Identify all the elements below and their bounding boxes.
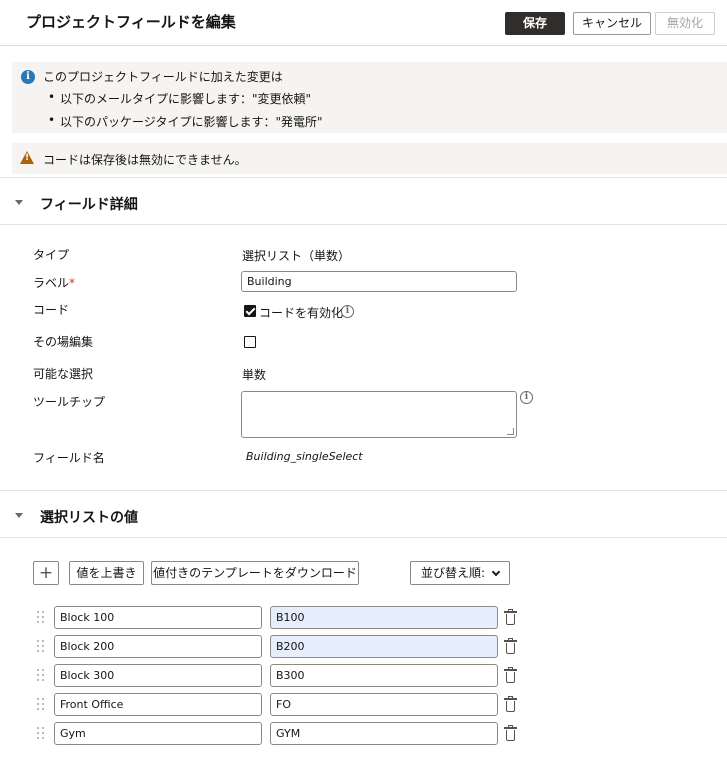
field-name-value: Building_singleSelect xyxy=(246,450,363,463)
tooltip-textarea[interactable] xyxy=(241,391,517,438)
save-button[interactable]: 保存 xyxy=(505,12,565,35)
value-name-input[interactable]: Gym xyxy=(54,722,262,745)
label-label: ラベル* xyxy=(33,276,76,290)
sort-order-dropdown[interactable]: 並び替え順: xyxy=(410,561,510,585)
possible-selection-value: 単数 xyxy=(242,368,267,382)
value-code-input[interactable]: B100 xyxy=(270,606,498,629)
page-title: プロジェクトフィールドを編集 xyxy=(26,13,236,31)
help-icon[interactable]: i xyxy=(341,305,354,318)
field-name-label: フィールド名 xyxy=(33,451,105,465)
code-label: コード xyxy=(33,303,70,317)
value-name-input[interactable]: Block 200 xyxy=(54,635,262,658)
caret-down-icon[interactable] xyxy=(15,513,23,518)
select-values-section-header[interactable]: 選択リストの値 xyxy=(0,490,727,538)
tooltip-help-icon[interactable]: i xyxy=(520,391,533,404)
list-item: Block 100 B100 xyxy=(0,606,727,630)
trash-icon[interactable] xyxy=(504,696,517,712)
info-icon: i xyxy=(21,70,35,84)
cancel-button[interactable]: キャンセル xyxy=(573,12,651,35)
value-name-input[interactable]: Front Office xyxy=(54,693,262,716)
drag-handle-icon[interactable] xyxy=(37,640,45,654)
value-name-input[interactable]: Block 300 xyxy=(54,664,262,687)
value-code-input[interactable]: B300 xyxy=(270,664,498,687)
value-code-input[interactable]: B200 xyxy=(270,635,498,658)
chevron-down-icon xyxy=(491,567,501,577)
list-item: Block 300 B300 xyxy=(0,664,727,688)
drag-handle-icon[interactable] xyxy=(37,698,45,712)
drag-handle-icon[interactable] xyxy=(37,727,45,741)
page-header: プロジェクトフィールドを編集 保存 キャンセル 無効化 xyxy=(0,0,727,46)
list-item: Front Office FO xyxy=(0,693,727,717)
value-name-input[interactable]: Block 100 xyxy=(54,606,262,629)
warning-icon: ! xyxy=(20,151,34,164)
list-item: Block 200 B200 xyxy=(0,635,727,659)
warning-text: コードは保存後は無効にできません。 xyxy=(43,153,247,167)
info-bullet-mail-type: 以下のメールタイプに影響します："変更依頼" xyxy=(48,90,311,107)
overwrite-values-button[interactable]: 値を上書き xyxy=(69,561,144,585)
trash-icon[interactable] xyxy=(504,725,517,741)
label-input[interactable]: Building xyxy=(241,271,517,292)
info-bullet-package-type: 以下のパッケージタイプに影響します："発電所" xyxy=(48,113,323,130)
download-template-button[interactable]: 値付きのテンプレートをダウンロード xyxy=(151,561,359,585)
trash-icon[interactable] xyxy=(504,609,517,625)
info-banner: i このプロジェクトフィールドに加えた変更は 以下のメールタイプに影響します："… xyxy=(12,62,727,133)
tooltip-label: ツールチップ xyxy=(33,395,106,409)
field-details-section-header[interactable]: フィールド詳細 xyxy=(0,177,727,225)
trash-icon[interactable] xyxy=(504,667,517,683)
code-enable-label[interactable]: コードを有効化 xyxy=(259,304,343,321)
type-value: 選択リスト（単数） xyxy=(242,249,351,263)
value-code-input[interactable]: FO xyxy=(270,693,498,716)
value-code-input[interactable]: GYM xyxy=(270,722,498,745)
select-values-title: 選択リストの値 xyxy=(40,510,138,526)
field-details-title: フィールド詳細 xyxy=(40,197,138,213)
inline-edit-checkbox[interactable] xyxy=(244,336,256,348)
required-marker: * xyxy=(69,276,76,290)
drag-handle-icon[interactable] xyxy=(37,611,45,625)
disable-button[interactable]: 無効化 xyxy=(655,12,715,35)
caret-down-icon[interactable] xyxy=(15,200,23,205)
list-item: Gym GYM xyxy=(0,722,727,746)
possible-selection-label: 可能な選択 xyxy=(33,367,94,381)
code-enable-checkbox[interactable] xyxy=(244,305,256,317)
type-label: タイプ xyxy=(33,248,70,262)
inline-edit-label: その場編集 xyxy=(33,335,94,349)
trash-icon[interactable] xyxy=(504,638,517,654)
info-heading: このプロジェクトフィールドに加えた変更は xyxy=(43,70,283,84)
add-value-button[interactable]: + xyxy=(33,561,59,585)
drag-handle-icon[interactable] xyxy=(37,669,45,683)
warning-banner: ! コードは保存後は無効にできません。 xyxy=(12,143,727,174)
